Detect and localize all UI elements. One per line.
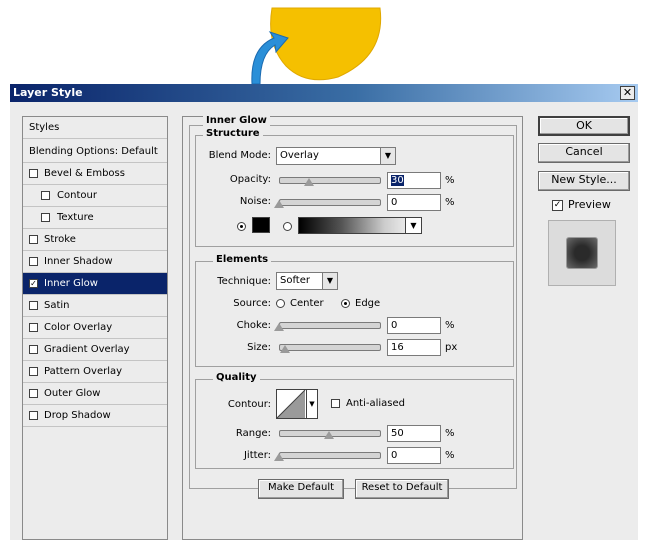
source-edge-radio[interactable] (341, 299, 350, 308)
outer-glow-checkbox[interactable] (29, 389, 38, 398)
contour-linear-icon (277, 390, 306, 418)
anti-aliased-checkbox[interactable] (331, 399, 340, 408)
chevron-down-icon[interactable]: ▼ (306, 390, 317, 418)
contour-checkbox[interactable] (41, 191, 50, 200)
style-item-color-overlay[interactable]: Color Overlay (23, 317, 167, 339)
noise-slider-thumb[interactable] (274, 200, 284, 208)
source-edge-label: Edge (355, 298, 381, 309)
noise-unit: % (445, 197, 455, 208)
make-default-button[interactable]: Make Default (258, 479, 344, 499)
jitter-slider-track[interactable] (279, 452, 381, 459)
styles-list: Styles Blending Options: Default Bevel &… (22, 116, 168, 540)
source-center-radio[interactable] (276, 299, 285, 308)
jitter-unit: % (445, 450, 455, 461)
size-slider-thumb[interactable] (280, 345, 290, 353)
size-unit: px (445, 342, 458, 353)
source-label: Source: (233, 298, 271, 309)
elements-title: Elements (213, 254, 272, 266)
dialog-title: Layer Style (13, 86, 83, 99)
close-icon[interactable]: ✕ (620, 86, 635, 100)
contour-picker[interactable]: ▼ (276, 389, 318, 419)
choke-unit: % (445, 320, 455, 331)
drop-shadow-checkbox[interactable] (29, 411, 38, 420)
opacity-unit: % (445, 175, 455, 186)
satin-checkbox[interactable] (29, 301, 38, 310)
preview-label: Preview (568, 198, 611, 211)
color-radio[interactable] (237, 222, 246, 231)
chevron-down-icon[interactable]: ▼ (405, 218, 421, 233)
new-style-button[interactable]: New Style... (538, 171, 630, 191)
inner-glow-title: Inner Glow (203, 115, 270, 127)
stroke-checkbox[interactable] (29, 235, 38, 244)
technique-label: Technique: (217, 276, 271, 287)
dialog-title-bar[interactable]: Layer Style (10, 84, 638, 102)
contour-label: Contour: (227, 399, 271, 410)
inner-glow-panel: Inner Glow Structure Blend Mode: Overlay… (182, 115, 523, 540)
gradient-radio[interactable] (283, 222, 292, 231)
choke-input[interactable]: 0 (387, 317, 441, 334)
yellow-shape-graphic (251, 7, 382, 84)
chevron-down-icon: ▼ (322, 273, 337, 289)
style-item-outer-glow[interactable]: Outer Glow (23, 383, 167, 405)
jitter-slider-thumb[interactable] (274, 453, 284, 461)
bevel-emboss-checkbox[interactable] (29, 169, 38, 178)
inner-glow-checkbox[interactable]: ✓ (29, 279, 38, 288)
ok-button[interactable]: OK (538, 116, 630, 136)
style-item-stroke[interactable]: Stroke (23, 229, 167, 251)
opacity-slider-thumb[interactable] (304, 178, 314, 186)
size-label: Size: (247, 342, 271, 353)
style-item-inner-shadow[interactable]: Inner Shadow (23, 251, 167, 273)
preview-thumbnail (548, 220, 616, 286)
gradient-picker[interactable]: ▼ (298, 217, 422, 234)
style-item-gradient-overlay[interactable]: Gradient Overlay (23, 339, 167, 361)
blend-mode-label: Blend Mode: (208, 150, 271, 161)
range-input[interactable]: 50 (387, 425, 441, 442)
technique-select[interactable]: Softer ▼ (276, 272, 338, 290)
size-input[interactable]: 16 (387, 339, 441, 356)
choke-slider-thumb[interactable] (274, 323, 284, 331)
blending-options-item[interactable]: Blending Options: Default (23, 141, 167, 163)
range-slider-thumb[interactable] (324, 431, 334, 439)
glow-color-swatch[interactable] (252, 217, 270, 233)
style-item-bevel-emboss[interactable]: Bevel & Emboss (23, 163, 167, 185)
style-item-contour[interactable]: Contour (23, 185, 167, 207)
style-item-drop-shadow[interactable]: Drop Shadow (23, 405, 167, 427)
jitter-label: Jitter: (243, 450, 271, 461)
color-overlay-checkbox[interactable] (29, 323, 38, 332)
style-item-inner-glow[interactable]: ✓ Inner Glow (23, 273, 167, 295)
opacity-slider-track[interactable] (279, 177, 381, 184)
structure-title: Structure (203, 128, 263, 140)
preview-checkbox[interactable]: ✓ (552, 200, 563, 211)
chevron-down-icon: ▼ (380, 148, 395, 164)
source-center-label: Center (290, 298, 324, 309)
pattern-overlay-checkbox[interactable] (29, 367, 38, 376)
style-item-texture[interactable]: Texture (23, 207, 167, 229)
preview-square (566, 237, 598, 269)
quality-title: Quality (213, 372, 260, 384)
choke-slider-track[interactable] (279, 322, 381, 329)
noise-slider-track[interactable] (279, 199, 381, 206)
gradient-overlay-checkbox[interactable] (29, 345, 38, 354)
noise-input[interactable]: 0 (387, 194, 441, 211)
styles-header[interactable]: Styles (23, 117, 167, 139)
choke-label: Choke: (236, 320, 271, 331)
size-slider-track[interactable] (279, 344, 381, 351)
jitter-input[interactable]: 0 (387, 447, 441, 464)
inner-shadow-checkbox[interactable] (29, 257, 38, 266)
style-item-satin[interactable]: Satin (23, 295, 167, 317)
reset-to-default-button[interactable]: Reset to Default (355, 479, 449, 499)
anti-aliased-label: Anti-aliased (346, 398, 406, 409)
noise-label: Noise: (239, 196, 271, 207)
texture-checkbox[interactable] (41, 213, 50, 222)
range-unit: % (445, 428, 455, 439)
opacity-label: Opacity: (229, 174, 271, 185)
opacity-input[interactable]: 30 (387, 172, 441, 189)
style-item-pattern-overlay[interactable]: Pattern Overlay (23, 361, 167, 383)
cancel-button[interactable]: Cancel (538, 143, 630, 163)
blend-mode-select[interactable]: Overlay ▼ (276, 147, 396, 165)
range-label: Range: (235, 428, 271, 439)
